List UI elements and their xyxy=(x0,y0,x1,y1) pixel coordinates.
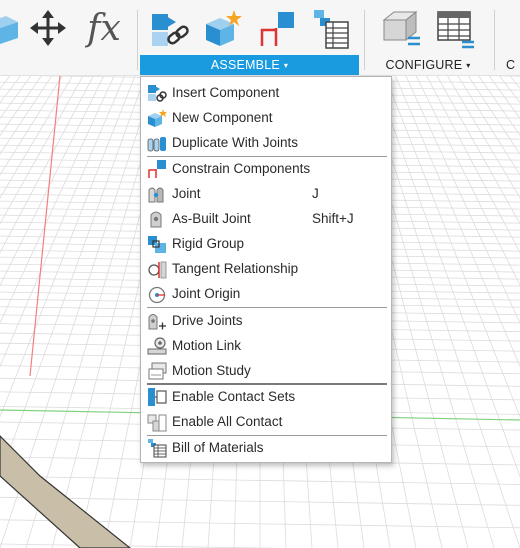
menu-item-tangent-relationship[interactable]: Tangent Relationship xyxy=(141,256,391,281)
insert-component-icon xyxy=(148,85,167,102)
configure-box-icon[interactable] xyxy=(376,6,424,50)
grid-line xyxy=(467,76,520,155)
menu-item-new-component[interactable]: New Component xyxy=(141,105,391,130)
menu-item-label: Constrain Components xyxy=(172,161,311,176)
model-body[interactable] xyxy=(0,435,131,548)
parameters-fx-icon[interactable]: fx xyxy=(80,6,128,50)
grid-line xyxy=(488,76,520,120)
bill-of-materials-icon xyxy=(148,439,167,458)
next-menu-label: C xyxy=(506,58,516,72)
menu-item-label: Joint Origin xyxy=(172,286,241,301)
grid-line xyxy=(478,76,520,137)
menu-item-rigid-group[interactable]: Rigid Group xyxy=(141,231,391,256)
menu-item-label: Bill of Materials xyxy=(172,440,264,455)
configure-menu-button[interactable]: CONFIGURE ▾ xyxy=(372,55,484,75)
assemble-dropdown-menu: Insert Component New Component Duplicate… xyxy=(140,76,392,463)
menu-item-joint-origin[interactable]: Joint Origin xyxy=(141,281,391,306)
menu-item-shortcut: J xyxy=(312,186,319,201)
motion-link-icon xyxy=(147,337,167,355)
enable-contact-sets-icon xyxy=(148,388,167,406)
move-icon[interactable] xyxy=(24,6,72,50)
new-component-icon[interactable] xyxy=(198,6,246,50)
grid-line xyxy=(436,76,520,225)
menu-item-motion-link[interactable]: Motion Link xyxy=(141,333,391,358)
chevron-down-icon: ▾ xyxy=(466,60,471,70)
menu-item-label: Motion Study xyxy=(172,363,251,378)
menu-item-enable-contact-sets[interactable]: Enable Contact Sets xyxy=(141,384,391,409)
drive-joints-icon xyxy=(148,314,166,330)
menu-item-shortcut: Shift+J xyxy=(312,211,354,226)
configure-table-icon[interactable] xyxy=(430,6,478,50)
fusion-app: fx ASSEMBLE ▾ CONFIGURE ▾ C Insert Compo… xyxy=(0,0,520,548)
menu-item-label: As-Built Joint xyxy=(172,211,251,226)
grid-line xyxy=(509,76,520,90)
grid-line xyxy=(29,76,61,377)
menu-item-label: Duplicate With Joints xyxy=(172,135,299,150)
duplicate-joints-icon xyxy=(147,137,166,152)
tangent-relationship-icon xyxy=(148,261,167,279)
enable-all-contact-icon xyxy=(147,414,167,432)
constrain-components-icon[interactable] xyxy=(252,6,300,50)
menu-item-drive-joints[interactable]: Drive Joints xyxy=(141,308,391,333)
menu-item-duplicate-with-joints[interactable]: Duplicate With Joints xyxy=(141,130,391,155)
as-built-joint-icon xyxy=(150,211,162,228)
grid-line xyxy=(405,76,520,324)
chevron-down-icon: ▾ xyxy=(283,60,289,70)
component-icon[interactable] xyxy=(0,6,24,50)
menu-item-constrain-components[interactable]: Constrain Components xyxy=(141,156,391,181)
menu-item-bill-of-materials[interactable]: Bill of Materials xyxy=(141,435,391,460)
menu-item-label: Enable All Contact xyxy=(172,414,283,429)
ribbon-toolbar: fx ASSEMBLE ▾ CONFIGURE ▾ C xyxy=(0,0,520,76)
menu-item-joint[interactable]: Joint J xyxy=(141,181,391,206)
new-component-icon xyxy=(148,109,167,127)
toolbar-separator xyxy=(137,10,138,70)
menu-item-label: Rigid Group xyxy=(172,236,245,251)
menu-item-label: Insert Component xyxy=(172,85,280,100)
menu-item-enable-all-contact[interactable]: Enable All Contact xyxy=(141,409,391,434)
next-menu-button[interactable]: C xyxy=(506,55,520,75)
menu-item-as-built-joint[interactable]: As-Built Joint Shift+J xyxy=(141,206,391,231)
menu-item-label: Joint xyxy=(172,186,201,201)
joint-origin-icon xyxy=(148,286,166,304)
menu-item-motion-study[interactable]: Motion Study xyxy=(141,358,391,383)
grid-line xyxy=(497,76,520,548)
configure-label: CONFIGURE xyxy=(385,58,463,72)
bill-of-materials-icon[interactable] xyxy=(306,6,354,50)
rigid-group-icon xyxy=(148,236,166,253)
menu-item-label: New Component xyxy=(172,110,273,125)
menu-item-label: Tangent Relationship xyxy=(172,261,299,276)
menu-item-label: Enable Contact Sets xyxy=(172,389,296,404)
menu-item-label: Motion Link xyxy=(172,338,242,353)
menu-item-insert-component[interactable]: Insert Component xyxy=(141,80,391,105)
assemble-label: ASSEMBLE xyxy=(210,58,280,72)
grid-line xyxy=(415,76,520,287)
toolbar-separator xyxy=(494,10,495,70)
assemble-menu-button[interactable]: ASSEMBLE ▾ xyxy=(140,55,359,75)
constrain-components-icon xyxy=(148,160,166,178)
joint-icon xyxy=(148,187,164,203)
menu-item-label: Drive Joints xyxy=(172,313,243,328)
grid-line xyxy=(506,76,520,548)
toolbar-separator xyxy=(364,10,365,70)
motion-study-icon xyxy=(148,362,167,380)
insert-component-icon[interactable] xyxy=(144,6,192,50)
